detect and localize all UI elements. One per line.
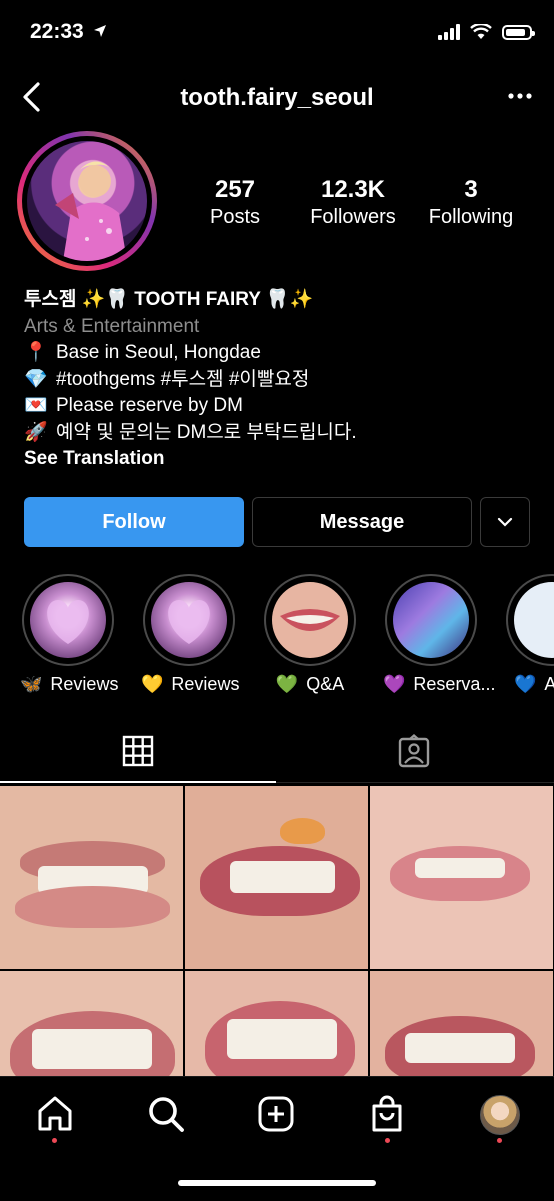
love-letter-icon: 💌 <box>24 395 48 416</box>
profile-avatar-story-ring[interactable] <box>17 131 157 271</box>
see-translation-link[interactable]: See Translation <box>24 446 534 473</box>
search-icon[interactable] <box>146 1094 186 1134</box>
location-arrow-icon <box>93 25 106 37</box>
active-tab-indicator <box>0 781 276 783</box>
grid-icon[interactable] <box>122 734 154 768</box>
bio-line: 💌 Please reserve by DM <box>24 393 534 420</box>
heart-icon <box>47 600 89 644</box>
profile-username: tooth.fairy_seoul <box>180 84 374 111</box>
heart-icon <box>168 600 210 644</box>
highlight-qa[interactable]: 💚 Q&A <box>262 574 358 695</box>
tagged-user-icon[interactable] <box>398 734 430 768</box>
highlight-reviews-2[interactable]: 💛 Reviews <box>141 574 239 695</box>
notification-dot <box>497 1138 502 1143</box>
bio-line: 🚀 예약 및 문의는 DM으로 부탁드립니다. <box>24 420 534 447</box>
profile-category: Arts & Entertainment <box>24 315 200 337</box>
grid-post[interactable] <box>0 786 183 969</box>
highlight-reviews-1[interactable]: 🦋 Reviews <box>20 574 118 695</box>
highlight-reservation[interactable]: 💜 Reserva... <box>383 574 495 695</box>
battery-icon <box>502 24 535 40</box>
grid-post[interactable] <box>370 786 553 969</box>
notification-dot <box>385 1138 390 1143</box>
new-post-icon[interactable] <box>256 1094 296 1134</box>
notification-dot <box>52 1138 57 1143</box>
bio-line: 💎 #toothgems #투스젬 #이빨요정 <box>24 367 534 394</box>
cellular-signal-icon <box>438 24 460 40</box>
chevron-down-icon <box>497 517 513 527</box>
following-count[interactable]: 3 Following <box>418 176 524 229</box>
pin-icon: 📍 <box>24 342 48 363</box>
highlight-partial[interactable]: 💙 A <box>504 574 554 695</box>
tab-divider <box>276 782 554 783</box>
profile-bio: 투스젬 ✨🦷 TOOTH FAIRY 🦷✨ Arts & Entertainme… <box>24 287 534 473</box>
rocket-icon: 🚀 <box>24 421 48 443</box>
home-icon[interactable] <box>35 1094 75 1134</box>
profile-avatar[interactable] <box>480 1095 520 1135</box>
message-button[interactable]: Message <box>252 497 472 547</box>
more-options-icon[interactable] <box>506 86 534 106</box>
wifi-icon <box>470 24 492 39</box>
status-icons <box>438 24 535 40</box>
profile-display-name: 투스젬 ✨🦷 TOOTH FAIRY 🦷✨ <box>24 289 314 310</box>
profile-avatar-image <box>27 141 147 261</box>
posts-count[interactable]: 257 Posts <box>188 176 282 229</box>
gem-icon: 💎 <box>24 368 48 390</box>
grid-post[interactable] <box>185 786 368 969</box>
shop-icon[interactable] <box>367 1094 407 1134</box>
home-indicator <box>178 1180 376 1186</box>
follow-button[interactable]: Follow <box>24 497 244 547</box>
bio-line: 📍 Base in Seoul, Hongdae <box>24 340 534 367</box>
followers-count[interactable]: 12.3K Followers <box>298 176 408 229</box>
smile-photo <box>280 609 340 631</box>
status-time: 22:33 <box>30 20 107 44</box>
suggested-accounts-dropdown[interactable] <box>480 497 530 547</box>
